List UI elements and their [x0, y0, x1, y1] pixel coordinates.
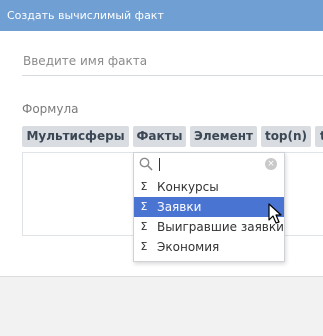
- fact-name-input[interactable]: [22, 47, 323, 76]
- dialog-title: Создать вычислимый факт: [7, 9, 164, 22]
- list-item-label: Выигравшие заявки: [157, 220, 284, 234]
- top-n-button[interactable]: top(n): [261, 126, 311, 147]
- clear-search-icon[interactable]: ×: [265, 158, 277, 170]
- facts-dropdown: × Σ Конкурсы Σ Заявки Σ Выигравшие заявк…: [133, 152, 285, 262]
- sigma-icon: Σ: [140, 220, 148, 233]
- dropdown-search-field[interactable]: ×: [134, 153, 284, 177]
- sigma-icon: Σ: [140, 240, 148, 253]
- list-item-label: Экономия: [157, 240, 220, 254]
- formula-label: Формула: [22, 102, 79, 116]
- facts-button[interactable]: Факты: [133, 126, 186, 147]
- list-item-ekonomiya[interactable]: Σ Экономия: [134, 237, 284, 257]
- list-item-konkursy[interactable]: Σ Конкурсы: [134, 177, 284, 197]
- text-caret: [159, 158, 160, 171]
- mouse-pointer-icon: [268, 203, 282, 224]
- create-calculated-fact-dialog: Создать вычислимый факт Формула Мультисф…: [0, 0, 323, 336]
- dialog-footer: [0, 276, 323, 336]
- multispheres-button[interactable]: Мультисферы: [22, 126, 129, 147]
- element-button[interactable]: Элемент: [190, 126, 257, 147]
- list-item-vyigravshie-zayavki[interactable]: Σ Выигравшие заявки: [134, 217, 284, 237]
- more-functions-button[interactable]: t: [315, 126, 323, 147]
- list-item-label: Конкурсы: [157, 180, 219, 194]
- list-item-label: Заявки: [157, 200, 202, 214]
- search-icon: [139, 157, 153, 171]
- sigma-icon: Σ: [140, 180, 148, 193]
- list-item-zayavki[interactable]: Σ Заявки: [134, 197, 284, 217]
- dialog-titlebar: Создать вычислимый факт: [0, 0, 323, 31]
- sigma-icon: Σ: [140, 200, 148, 213]
